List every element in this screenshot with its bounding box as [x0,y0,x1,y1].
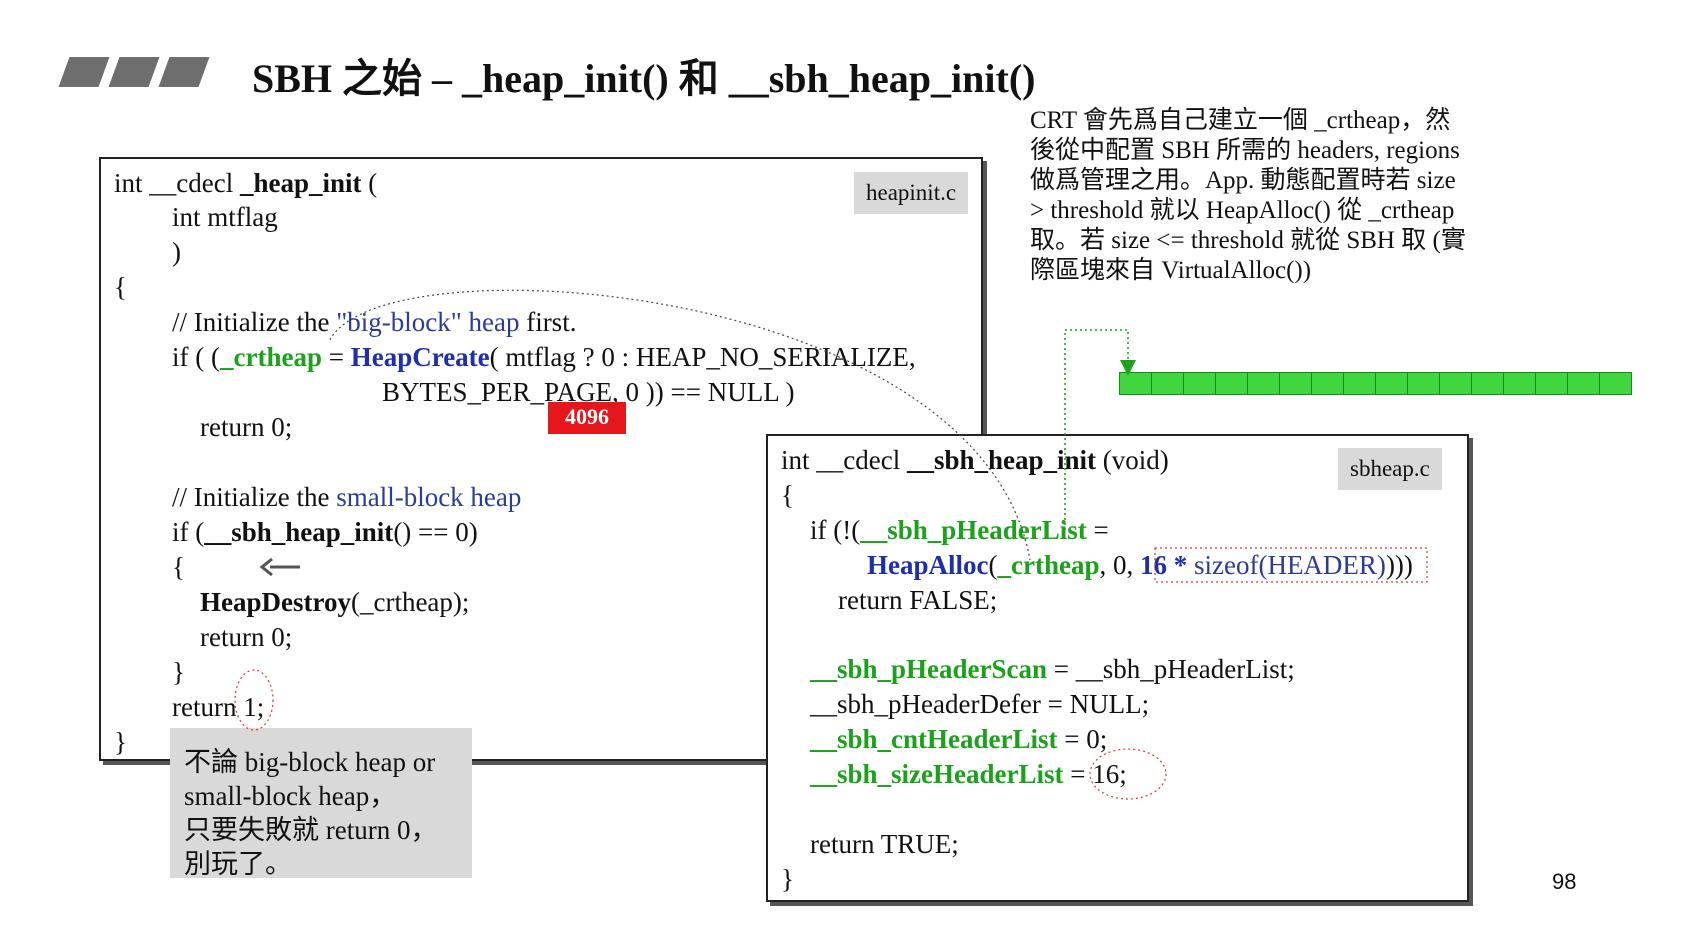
heapinit-filename-label: heapinit.c [854,172,969,214]
code-line: } [172,657,185,687]
code-line: { [781,480,794,510]
slide-title: SBH 之始 – _heap_init() 和 __sbh_heap_init(… [252,56,1036,101]
header-array-cell [1151,372,1184,395]
title-decoration-3 [158,57,210,87]
code-line: __sbh_sizeHeaderList = 16; [810,759,1127,789]
page-size-badge: 4096 [548,402,626,434]
header-array-cell [1343,372,1376,395]
code-line: int mtflag [172,202,278,232]
header-array-cell [1535,372,1568,395]
header-array-cell [1279,372,1312,395]
title-decoration-2 [108,57,160,87]
description-line: CRT 會先爲自己建立一個 _crtheap，然 [1030,107,1451,134]
header-array-cell [1599,372,1632,395]
code-line: { [172,552,185,582]
code-line: } [114,727,127,757]
code-line: if (!(__sbh_pHeaderList = [810,515,1109,545]
code-line: HeapDestroy(_crtheap); [200,587,470,617]
code-line: if (__sbh_heap_init() == 0) [172,517,478,547]
code-line: int __cdecl _heap_init ( [114,168,378,198]
header-array-cell [1311,372,1344,395]
description-line: > threshold 就以 HeapAlloc() 從 _crtheap [1030,197,1455,224]
code-line: return 1; [172,692,265,722]
code-line: return 0; [200,412,293,442]
code-line: return TRUE; [810,829,959,859]
header-array [1119,372,1632,395]
code-line: ) [172,237,181,267]
code-line: if ( (_crtheap = HeapCreate( mtflag ? 0 … [172,342,916,372]
code-line: return FALSE; [838,585,998,615]
title-decoration-1 [58,57,110,87]
code-line: } [781,864,794,894]
header-array-cell [1567,372,1600,395]
description-line: 際區塊來自 VirtualAlloc()) [1030,257,1312,284]
sbheap-filename-label: sbheap.c [1338,448,1442,490]
failure-note: 不論 big-block heap or small-block heap， 只… [170,728,472,879]
header-array-cell [1183,372,1216,395]
header-array-cell [1375,372,1408,395]
code-line: return 0; [200,622,293,652]
header-array-cell [1439,372,1472,395]
code-line: int __cdecl __sbh_heap_init (void) [781,445,1169,475]
note-line: 別玩了。 [184,849,292,879]
header-array-cell [1119,372,1152,395]
description-line: 做爲管理之用。App. 動態配置時若 size [1030,167,1456,194]
code-line: __sbh_pHeaderScan = __sbh_pHeaderList; [810,654,1295,684]
code-line: // Initialize the "big-block" heap first… [172,307,577,337]
header-array-cell [1407,372,1440,395]
header-array-cell [1215,372,1248,395]
description-line: 後從中配置 SBH 所需的 headers, regions [1030,137,1460,164]
header-array-cell [1471,372,1504,395]
code-line: __sbh_cntHeaderList = 0; [810,724,1108,754]
description-line: 取。若 size <= threshold 就從 SBH 取 (實 [1030,227,1466,254]
header-array-cell [1503,372,1536,395]
page-number: 98 [1552,869,1577,894]
header-array-cell [1247,372,1280,395]
code-line: // Initialize the small-block heap [172,482,522,512]
code-line: __sbh_pHeaderDefer = NULL; [810,689,1150,719]
code-line: { [114,272,127,302]
code-line: HeapAlloc(_crtheap, 0, 16 * sizeof(HEADE… [867,550,1413,580]
